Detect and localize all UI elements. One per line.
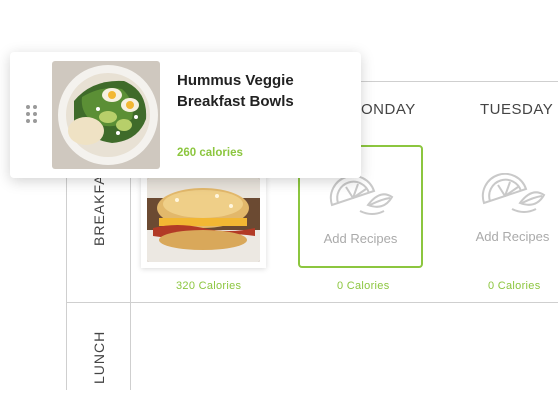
grid-divider-label-column <box>130 150 131 390</box>
recipe-photo-breakfast-sandwich <box>147 178 260 262</box>
grid-divider-row <box>66 302 558 303</box>
planned-recipe-tile[interactable] <box>141 172 266 268</box>
add-recipes-slot-tuesday[interactable]: Add Recipes <box>450 145 558 268</box>
calories-monday-breakfast: 0 Calories <box>337 280 390 292</box>
calories-tuesday-breakfast: 0 Calories <box>488 280 541 292</box>
lemon-slice-icon <box>481 173 545 213</box>
day-header-tuesday: TUESDAY <box>480 101 554 118</box>
recipe-title: Hummus Veggie Breakfast Bowls <box>177 72 294 110</box>
row-label-lunch: LUNCH <box>91 330 107 384</box>
recipe-calories: 260 calories <box>177 147 243 159</box>
recipe-photo-hummus-bowl <box>52 61 160 169</box>
lemon-slice-icon <box>329 175 393 215</box>
drag-handle-icon[interactable] <box>26 105 38 123</box>
add-recipes-label: Add Recipes <box>323 231 398 246</box>
calories-sunday-breakfast: 320 Calories <box>176 280 242 292</box>
grid-divider-left <box>66 150 67 390</box>
add-recipes-label: Add Recipes <box>475 229 550 244</box>
dragged-recipe-card[interactable]: Hummus Veggie Breakfast Bowls 260 calori… <box>10 52 361 178</box>
